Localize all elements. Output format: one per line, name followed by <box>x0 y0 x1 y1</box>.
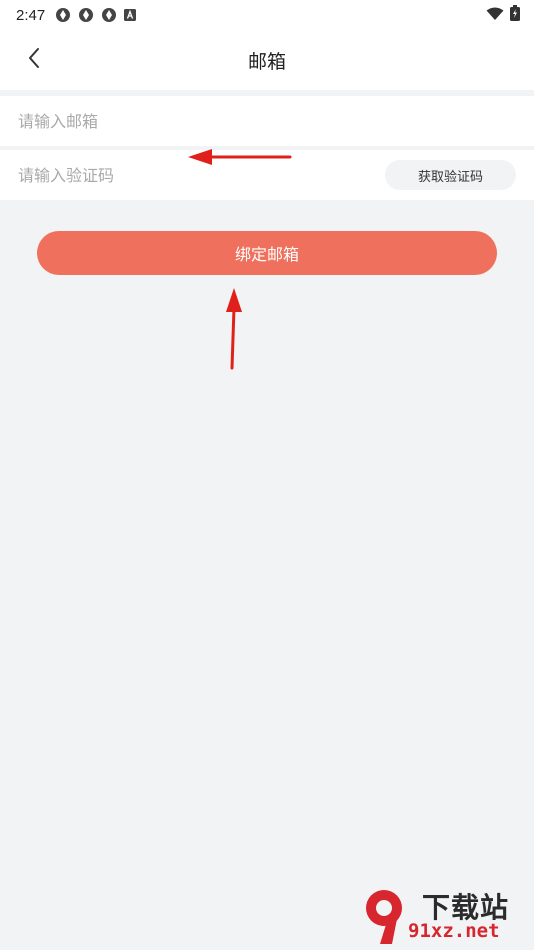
keyboard-a-icon <box>124 9 137 21</box>
verification-code-row: 获取验证码 <box>0 150 534 200</box>
watermark-logo: 下载站 91xz.net <box>358 886 528 946</box>
status-bar: 2:47 <box>0 0 534 30</box>
status-time: 2:47 <box>16 6 46 24</box>
aperture-icon <box>101 7 117 23</box>
nav-bar: 邮箱 <box>0 30 534 90</box>
email-form: 获取验证码 <box>0 96 534 200</box>
status-right-icons <box>486 5 520 25</box>
back-button[interactable] <box>18 44 50 76</box>
verification-code-input[interactable] <box>18 160 358 190</box>
bind-email-button[interactable]: 绑定邮箱 <box>37 231 497 275</box>
email-row <box>0 96 534 146</box>
page-title: 邮箱 <box>247 50 286 73</box>
annotation-arrow-up <box>226 288 242 370</box>
aperture-icon <box>78 7 94 23</box>
get-code-button[interactable]: 获取验证码 <box>385 160 516 190</box>
chevron-left-icon <box>27 47 41 73</box>
battery-charging-icon <box>510 5 520 25</box>
watermark-url: 91xz.net <box>408 920 500 942</box>
wifi-icon <box>486 6 504 25</box>
aperture-icon <box>55 7 71 23</box>
email-input[interactable] <box>18 106 358 136</box>
